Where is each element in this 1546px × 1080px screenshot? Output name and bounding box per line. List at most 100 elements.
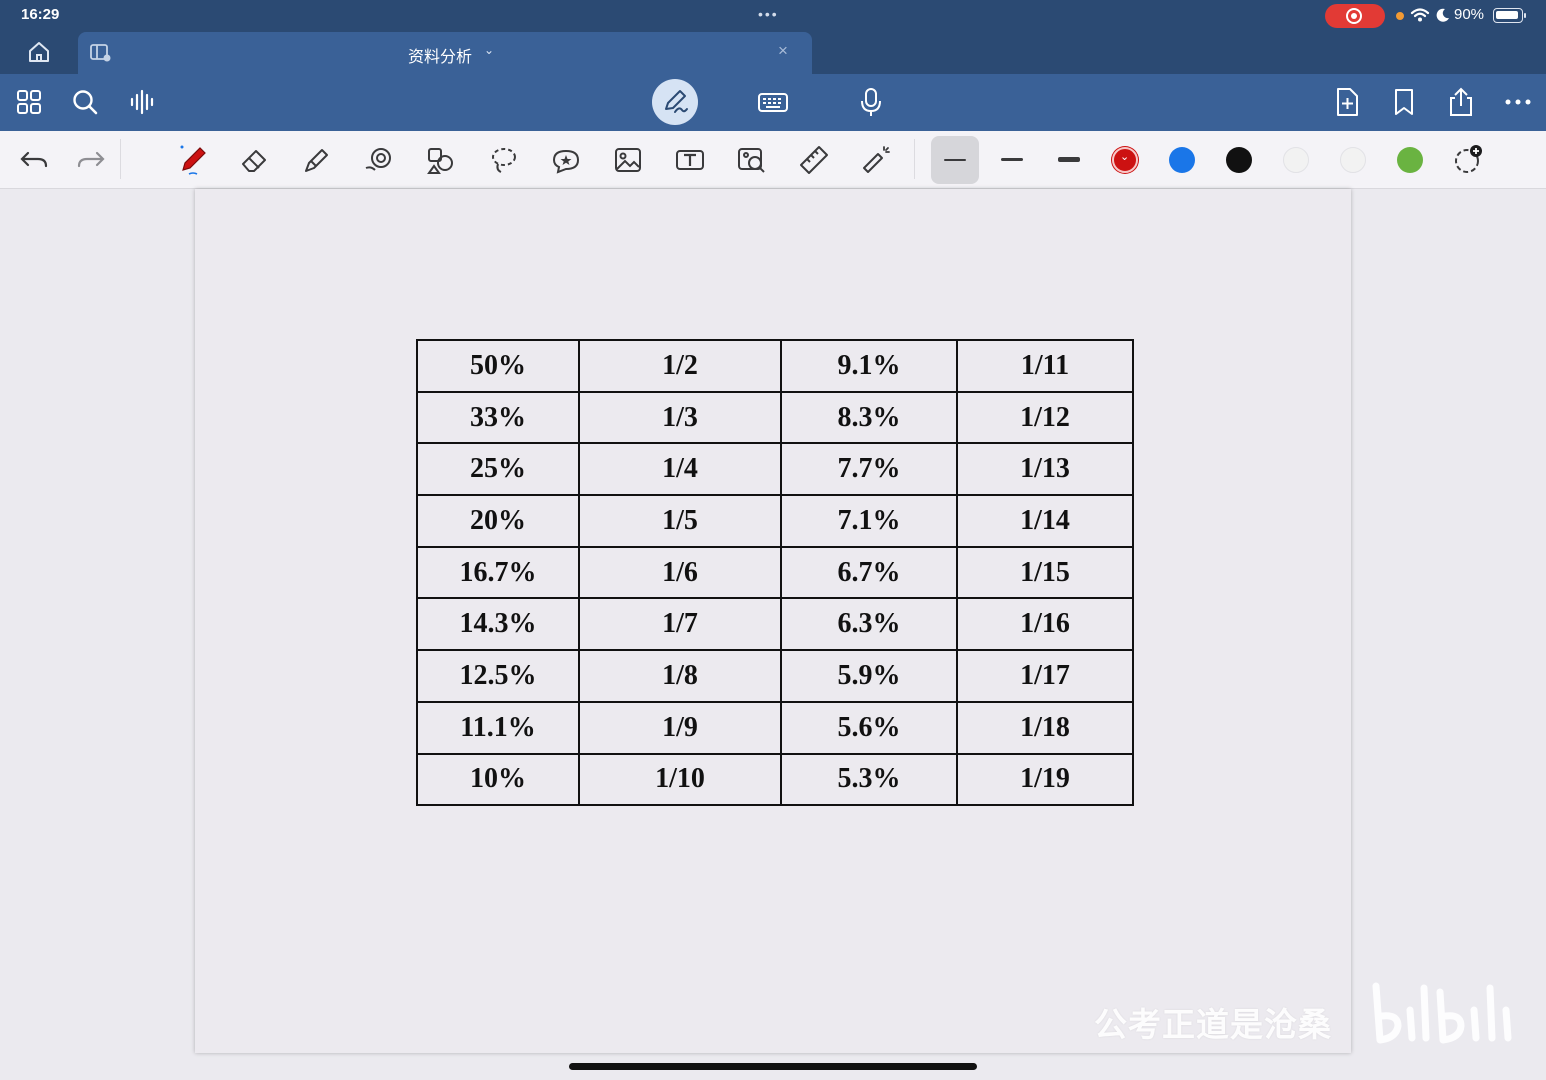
status-time: 16:29 <box>21 6 60 23</box>
main-toolbar <box>0 74 1546 131</box>
table-cell: 1/16 <box>956 597 1134 652</box>
table-cell: 1/14 <box>956 494 1134 548</box>
color-swatch-white[interactable] <box>1283 147 1309 173</box>
bookmark-icon[interactable] <box>1388 86 1420 118</box>
table-cell: 1/4 <box>578 442 782 497</box>
laser-pointer-icon[interactable] <box>860 144 892 176</box>
table-cell: 14.3% <box>416 597 580 652</box>
table-row: 33% 1/3 8.3% 1/12 <box>416 390 1134 445</box>
redo-icon[interactable] <box>75 144 107 176</box>
undo-icon[interactable] <box>18 144 50 176</box>
battery-icon <box>1493 8 1526 23</box>
color-swatch-black[interactable] <box>1226 147 1252 173</box>
lasso-icon[interactable] <box>488 144 520 176</box>
table-cell: 1/3 <box>578 390 782 445</box>
table-cell: 5.6% <box>780 700 958 755</box>
table-cell: 33% <box>416 390 580 445</box>
table-cell: 1/11 <box>956 339 1134 393</box>
highlighter-icon[interactable] <box>301 144 333 176</box>
add-page-icon[interactable] <box>1331 86 1363 118</box>
table-cell: 8.3% <box>780 390 958 445</box>
audio-wave-icon[interactable] <box>127 86 159 118</box>
table-row: 10% 1/10 5.3% 1/19 <box>416 752 1134 807</box>
ruler-icon[interactable] <box>798 144 830 176</box>
tab-overview-icon[interactable] <box>89 43 113 63</box>
table-cell: 1/17 <box>956 649 1134 703</box>
close-tab-button[interactable]: × <box>778 41 788 61</box>
table-cell: 1/18 <box>956 700 1134 755</box>
chevron-down-icon[interactable]: ⌄ <box>484 43 494 57</box>
tab-title[interactable]: 资料分析 <box>408 43 472 67</box>
eraser-icon[interactable] <box>239 144 271 176</box>
table-cell: 1/2 <box>578 339 782 393</box>
table-cell: 1/12 <box>956 390 1134 445</box>
battery-percent: 90% <box>1454 6 1485 23</box>
multitask-dots-icon[interactable]: ••• <box>758 6 779 22</box>
shape-icon[interactable] <box>363 144 395 176</box>
tool-toolbar: ⌄ <box>0 131 1546 189</box>
image-icon[interactable] <box>612 144 644 176</box>
table-cell: 1/8 <box>578 649 782 703</box>
grid-icon[interactable] <box>13 86 45 118</box>
home-indicator[interactable] <box>569 1063 977 1070</box>
microphone-icon[interactable] <box>855 86 887 118</box>
table-cell: 1/7 <box>578 597 782 652</box>
table-cell: 6.7% <box>780 545 958 600</box>
screen-recording-indicator[interactable] <box>1325 4 1385 28</box>
table-cell: 12.5% <box>416 649 580 703</box>
table-cell: 10% <box>416 752 580 807</box>
more-icon[interactable] <box>1502 86 1534 118</box>
line-width-thin-icon <box>944 159 966 161</box>
line-width-thick-button[interactable] <box>1053 144 1085 176</box>
keyboard-icon[interactable] <box>757 86 789 118</box>
table-cell: 1/10 <box>578 752 782 807</box>
note-page[interactable]: 50% 1/2 9.1% 1/11 33% 1/3 8.3% 1/12 25% 1/4 7.7% 1/… <box>195 189 1351 1053</box>
color-swatch-white-2[interactable] <box>1340 147 1366 173</box>
text-icon[interactable] <box>674 144 706 176</box>
table-cell: 1/6 <box>578 545 782 600</box>
table-cell: 20% <box>416 494 580 548</box>
pen-mode-button[interactable] <box>652 79 698 125</box>
add-color-icon[interactable] <box>1452 144 1484 176</box>
line-width-thick-icon <box>1058 157 1080 162</box>
watermark-text: 公考正道是沧桑 <box>1094 1005 1332 1044</box>
search-icon[interactable] <box>69 86 101 118</box>
table-row: 16.7% 1/6 6.7% 1/15 <box>416 545 1134 600</box>
toolbar-divider <box>120 139 121 179</box>
mic-in-use-dot <box>1396 12 1404 20</box>
chevron-down-icon: ⌄ <box>1120 151 1130 163</box>
bilibili-logo <box>1372 982 1512 1044</box>
table-cell: 9.1% <box>780 339 958 393</box>
table-row: 20% 1/5 7.1% 1/14 <box>416 494 1134 548</box>
fraction-percent-table: 50% 1/2 9.1% 1/11 33% 1/3 8.3% 1/12 25% 1/4 7.7% 1/… <box>416 339 1134 807</box>
table-row: 11.1% 1/9 5.6% 1/18 <box>416 700 1134 755</box>
table-cell: 11.1% <box>416 700 580 755</box>
table-cell: 1/13 <box>956 442 1134 497</box>
home-icon <box>29 42 49 62</box>
line-width-thin-button[interactable] <box>931 136 979 184</box>
table-cell: 1/5 <box>578 494 782 548</box>
table-cell: 1/9 <box>578 700 782 755</box>
color-swatch-red[interactable]: ⌄ <box>1112 147 1138 173</box>
wifi-icon <box>1410 8 1430 22</box>
table-row: 14.3% 1/7 6.3% 1/16 <box>416 597 1134 652</box>
line-width-medium-button[interactable] <box>996 144 1028 176</box>
share-icon[interactable] <box>1445 86 1477 118</box>
pen-mode-icon <box>665 90 688 113</box>
table-cell: 25% <box>416 442 580 497</box>
table-cell: 16.7% <box>416 545 580 600</box>
color-swatch-blue[interactable] <box>1169 147 1195 173</box>
table-row: 25% 1/4 7.7% 1/13 <box>416 442 1134 497</box>
document-tab[interactable]: 资料分析 ⌄ × <box>78 32 812 74</box>
pen-icon[interactable] <box>177 144 209 176</box>
camera-scan-icon[interactable] <box>736 144 768 176</box>
table-cell: 6.3% <box>780 597 958 652</box>
color-swatch-green[interactable] <box>1397 147 1423 173</box>
table-cell: 50% <box>416 339 580 393</box>
element-icon[interactable] <box>425 144 457 176</box>
table-cell: 5.3% <box>780 752 958 807</box>
sticker-icon[interactable] <box>550 144 582 176</box>
table-cell: 1/19 <box>956 752 1134 807</box>
home-tab[interactable] <box>0 32 76 74</box>
top-bar: 16:29 ••• 90% 资料分析 ⌄ × <box>0 0 1546 74</box>
